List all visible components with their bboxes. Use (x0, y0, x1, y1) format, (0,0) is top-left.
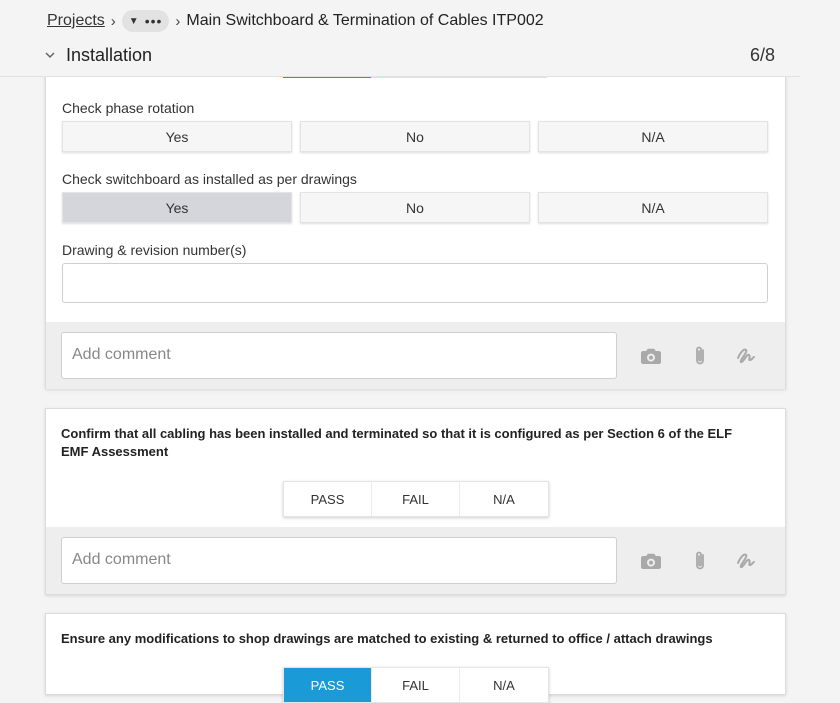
chevron-down-icon[interactable] (44, 49, 56, 61)
question-shop-drawings: Ensure any modifications to shop drawing… (61, 631, 713, 646)
comment-bar: Add comment (46, 527, 785, 594)
shop-drawings-pass-button[interactable]: PASS (284, 668, 372, 702)
switchboard-installed-yes-button[interactable]: Yes (62, 192, 292, 223)
shop-drawings-pass-fail-toggle: PASS FAIL N/A (283, 667, 549, 703)
question-switchboard-installed: Check switchboard as installed as per dr… (62, 171, 357, 187)
comment-bar: Add comment (46, 322, 785, 389)
question-drawing-revision: Drawing & revision number(s) (62, 242, 247, 258)
question-phase-rotation: Check phase rotation (62, 100, 195, 116)
header-bar: Projects › ▼ ••• › Main Switchboard & Te… (0, 0, 800, 77)
ellipsis-icon: ••• (144, 13, 163, 29)
drawing-revision-input[interactable] (62, 263, 768, 303)
cabling-na-button[interactable]: N/A (460, 482, 548, 516)
phase-rotation-yes-button[interactable]: Yes (62, 121, 292, 152)
checklist-card-3: Ensure any modifications to shop drawing… (45, 613, 786, 703)
switchboard-installed-options: Yes No N/A (62, 192, 768, 223)
checklist-card-2: Confirm that all cabling has been instal… (45, 408, 786, 595)
checklist-card-1: Check phase rotation Yes No N/A Check sw… (45, 60, 786, 389)
shop-drawings-fail-button[interactable]: FAIL (372, 668, 460, 702)
signature-icon[interactable] (735, 549, 759, 573)
chevron-right-icon: › (175, 12, 181, 30)
phase-rotation-na-button[interactable]: N/A (538, 121, 768, 152)
paperclip-icon[interactable] (688, 549, 712, 573)
camera-icon[interactable] (639, 344, 663, 368)
signature-icon[interactable] (735, 344, 759, 368)
phase-rotation-no-button[interactable]: No (300, 121, 530, 152)
caret-down-icon: ▼ (128, 15, 139, 27)
shop-drawings-na-button[interactable]: N/A (460, 668, 548, 702)
section-title: Installation (66, 44, 153, 65)
breadcrumb: Projects › ▼ ••• › Main Switchboard & Te… (47, 10, 544, 32)
chevron-right-icon: › (110, 12, 116, 30)
breadcrumb-more-button[interactable]: ▼ ••• (121, 10, 170, 32)
cabling-pass-fail-toggle: PASS FAIL N/A (283, 481, 549, 517)
cabling-pass-button[interactable]: PASS (284, 482, 372, 516)
comment-input[interactable]: Add comment (61, 332, 617, 379)
phase-rotation-options: Yes No N/A (62, 121, 768, 152)
switchboard-installed-na-button[interactable]: N/A (538, 192, 768, 223)
breadcrumb-projects-link[interactable]: Projects (47, 12, 105, 30)
breadcrumb-current: Main Switchboard & Termination of Cables… (186, 12, 544, 29)
section-progress: 6/8 (749, 44, 775, 65)
section-header[interactable]: Installation 6/8 (44, 44, 778, 66)
question-cabling-installed: Confirm that all cabling has been instal… (61, 426, 733, 459)
comment-input[interactable]: Add comment (61, 537, 617, 584)
switchboard-installed-no-button[interactable]: No (300, 192, 530, 223)
cabling-fail-button[interactable]: FAIL (372, 482, 460, 516)
camera-icon[interactable] (639, 549, 663, 573)
paperclip-icon[interactable] (688, 344, 712, 368)
